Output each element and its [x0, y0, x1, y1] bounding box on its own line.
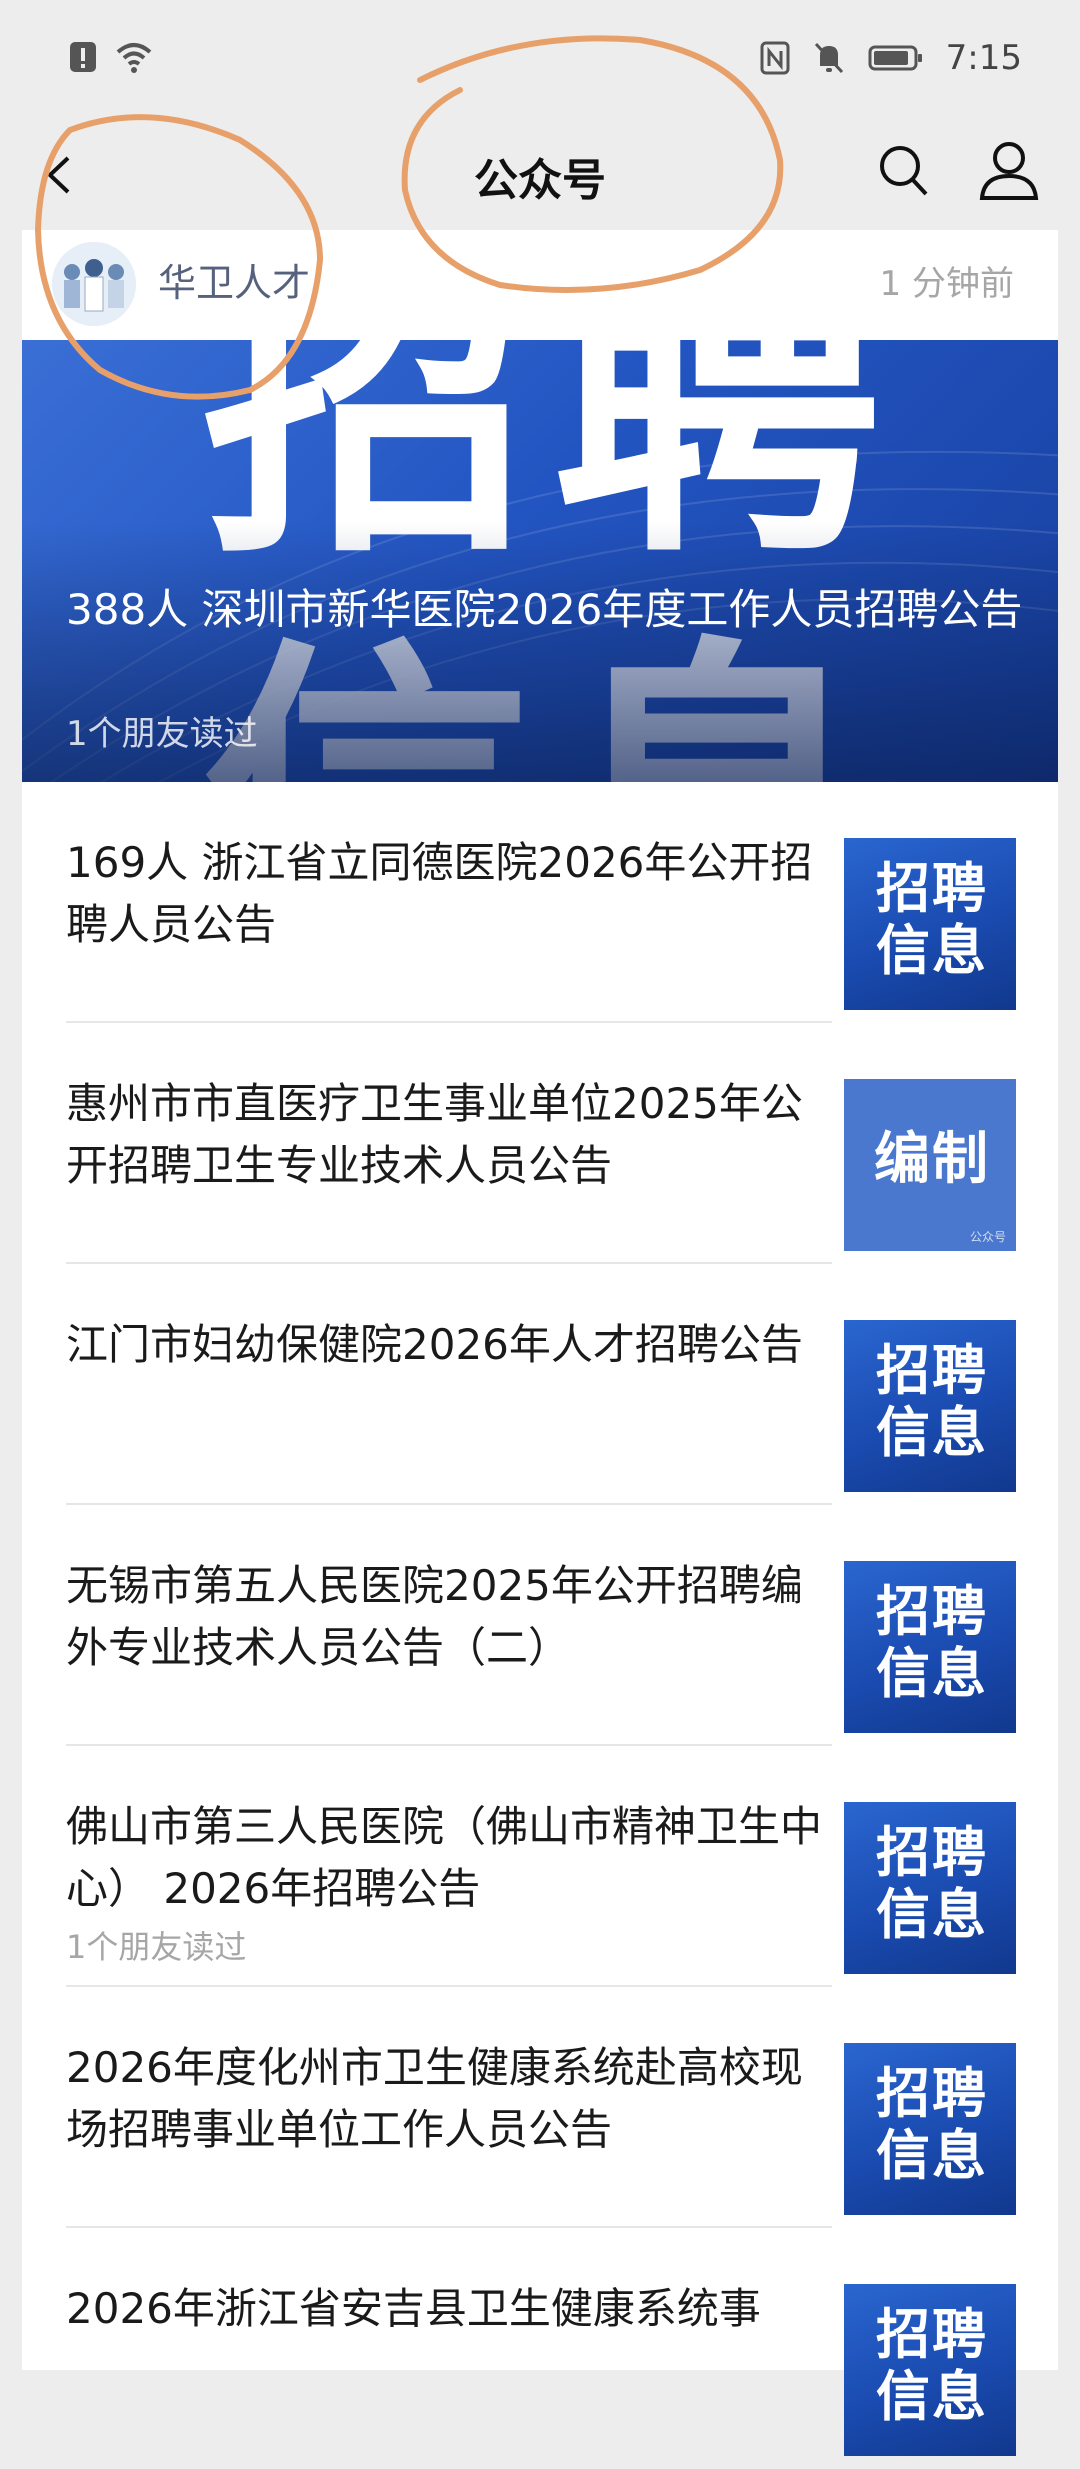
list-item[interactable]: 2026年浙江省安吉县卫生健康系统事 招聘信息 — [22, 2228, 1058, 2469]
list-item[interactable]: 169人 浙江省立同德医院2026年公开招聘人员公告 招聘信息 — [22, 782, 1058, 1023]
list-item[interactable]: 无锡市第五人民医院2025年公开招聘编外专业技术人员公告（二） 招聘信息 — [22, 1505, 1058, 1746]
article-title[interactable]: 无锡市第五人民医院2025年公开招聘编外专业技术人员公告（二） — [66, 1555, 826, 1679]
battery-icon — [868, 45, 922, 71]
thumbnail-text: 招聘信息 — [876, 1339, 988, 1464]
article-thumbnail[interactable]: 招聘信息 — [844, 1802, 1016, 1974]
list-item[interactable]: 惠州市市直医疗卫生事业单位2025年公开招聘卫生专业技术人员公告 编制 公众号 — [22, 1023, 1058, 1264]
article-title[interactable]: 2026年浙江省安吉县卫生健康系统事 — [66, 2278, 826, 2340]
article-meta: 1个朋友读过 — [66, 1928, 247, 1966]
status-time: 7:15 — [945, 38, 1022, 78]
search-icon[interactable] — [876, 140, 932, 200]
thumbnail-text: 招聘信息 — [876, 857, 988, 982]
article-thumbnail[interactable]: 招聘信息 — [844, 2284, 1016, 2456]
article-title[interactable]: 2026年度化州市卫生健康系统赴高校现场招聘事业单位工作人员公告 — [66, 2037, 826, 2161]
article-title[interactable]: 169人 浙江省立同德医院2026年公开招聘人员公告 — [66, 832, 826, 956]
thumbnail-foot: 公众号 — [969, 1230, 1006, 1244]
status-left — [68, 40, 154, 74]
article-title[interactable]: 佛山市第三人民医院（佛山市精神卫生中心） 2026年招聘公告 — [66, 1796, 826, 1920]
hero-article[interactable]: 招聘 信息 388人 深圳市新华医院2026年度工作人员招聘公告 1个朋友读过 — [22, 340, 1058, 782]
thumbnail-text: 编制 — [874, 1127, 990, 1192]
thumbnail-text: 招聘信息 — [876, 2303, 988, 2428]
nav-bar: 公众号 — [0, 118, 1080, 230]
avatar[interactable] — [52, 242, 136, 326]
user-icon[interactable] — [978, 138, 1040, 202]
mute-icon — [814, 42, 843, 74]
wifi-icon — [116, 43, 152, 73]
article-list: 169人 浙江省立同德医院2026年公开招聘人员公告 招聘信息 惠州市市直医疗卫… — [22, 782, 1058, 2469]
message-card: 华卫人才 1 分钟前 招聘 信息 388人 深圳市新华医院2026年度工作人员招… — [22, 230, 1058, 2456]
status-bar: 7:15 — [0, 0, 1080, 118]
article-title[interactable]: 惠州市市直医疗卫生事业单位2025年公开招聘卫生专业技术人员公告 — [66, 1073, 826, 1197]
article-thumbnail[interactable]: 招聘信息 — [844, 1561, 1016, 1733]
alert-icon — [70, 42, 96, 72]
post-time: 1 分钟前 — [879, 264, 1014, 304]
list-item[interactable]: 佛山市第三人民医院（佛山市精神卫生中心） 2026年招聘公告 1个朋友读过 招聘… — [22, 1746, 1058, 1987]
article-thumbnail[interactable]: 招聘信息 — [844, 1320, 1016, 1492]
thumbnail-text: 招聘信息 — [876, 1580, 988, 1705]
article-title[interactable]: 江门市妇幼保健院2026年人才招聘公告 — [66, 1314, 826, 1376]
article-thumbnail[interactable]: 编制 公众号 — [844, 1079, 1016, 1251]
account-name[interactable]: 华卫人才 — [158, 252, 310, 307]
nfc-icon — [760, 41, 790, 75]
status-right: 7:15 — [760, 38, 1022, 78]
list-item[interactable]: 江门市妇幼保健院2026年人才招聘公告 招聘信息 — [22, 1264, 1058, 1505]
list-item[interactable]: 2026年度化州市卫生健康系统赴高校现场招聘事业单位工作人员公告 招聘信息 — [22, 1987, 1058, 2228]
article-thumbnail[interactable]: 招聘信息 — [844, 838, 1016, 1010]
thumbnail-text: 招聘信息 — [876, 1821, 988, 1946]
account-header[interactable]: 华卫人才 1 分钟前 — [22, 230, 1058, 340]
article-thumbnail[interactable]: 招聘信息 — [844, 2043, 1016, 2215]
hero-meta: 1个朋友读过 — [66, 714, 258, 754]
hero-title[interactable]: 388人 深圳市新华医院2026年度工作人员招聘公告 — [66, 578, 1026, 642]
thumbnail-text: 招聘信息 — [876, 2062, 988, 2187]
